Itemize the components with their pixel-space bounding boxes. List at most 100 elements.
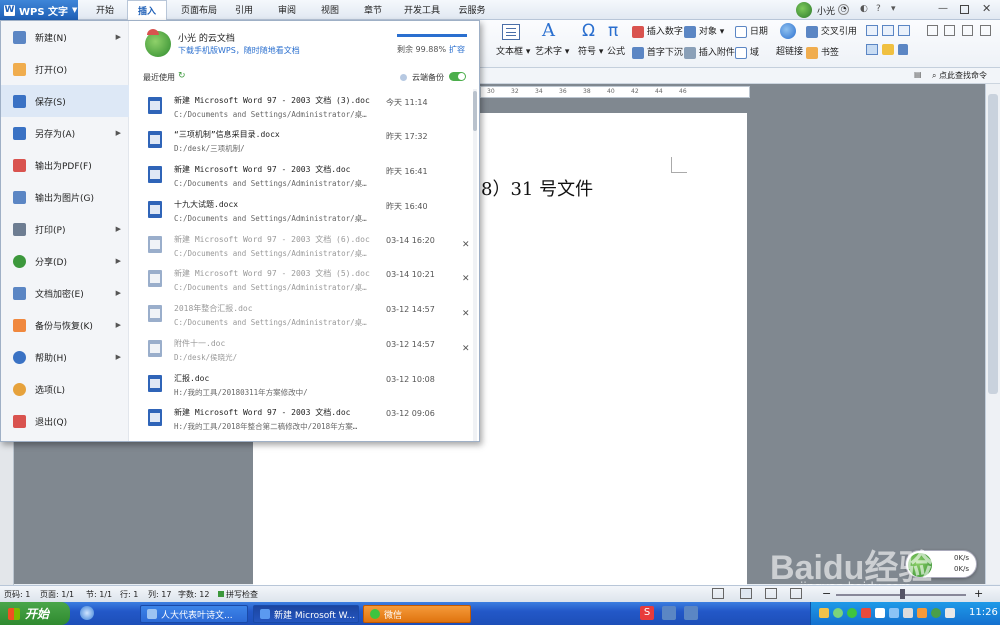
drop-cap-button[interactable]: 首字下沉 — [632, 45, 683, 59]
tab-page-layout[interactable]: 页面布局 — [173, 0, 225, 20]
field-button[interactable]: 域 — [735, 45, 759, 59]
find-command-search[interactable]: ⌕ 点此查找命令 — [932, 70, 987, 81]
task-browser[interactable]: 人大代表叶诗文... — [140, 605, 248, 623]
date-button[interactable]: 日期 — [735, 24, 768, 38]
nav-share[interactable]: 分享(D) ▶ — [1, 245, 129, 277]
zoom-out-button[interactable]: − — [822, 587, 831, 600]
hyperlink-button[interactable]: 超链接 — [776, 44, 803, 57]
tab-references[interactable]: 引用 — [229, 0, 259, 20]
scrollbar-thumb[interactable] — [988, 94, 998, 394]
help-icon[interactable]: ? — [876, 4, 881, 14]
nav-save-as[interactable]: 另存为(A) ▶ — [1, 117, 129, 149]
nav-exit[interactable]: 退出(Q) — [1, 405, 129, 437]
text-box-button[interactable]: 文本框 ▾ — [496, 44, 530, 57]
tab-start[interactable]: 开始 — [88, 0, 122, 20]
status-row[interactable]: 行: 1 — [120, 589, 138, 600]
status-page[interactable]: 页码: 1 — [4, 589, 30, 600]
tray-icon[interactable] — [875, 608, 885, 618]
ie-quicklaunch-icon[interactable] — [80, 606, 94, 620]
layout-option-icon-2[interactable] — [944, 25, 955, 36]
web-view-icon[interactable] — [765, 588, 777, 599]
header-footer-icon[interactable] — [866, 25, 878, 36]
tab-review[interactable]: 审阅 — [272, 0, 302, 20]
remove-recent-icon[interactable]: ✕ — [462, 240, 470, 250]
insert-number-button[interactable]: 插入数字 — [632, 24, 683, 38]
recent-file-item[interactable]: 新建 Microsoft Word 97 - 2003 文档 (6).doc C… — [144, 230, 470, 264]
layout-option-icon-4[interactable] — [980, 25, 991, 36]
remove-recent-icon[interactable]: ✕ — [462, 309, 470, 319]
watermark-tool-icon[interactable] — [898, 25, 910, 36]
cloud-backup-toggle[interactable] — [449, 72, 466, 81]
pen-icon[interactable] — [882, 44, 894, 55]
nav-print[interactable]: 打印(P) ▶ — [1, 213, 129, 245]
layout-option-icon[interactable] — [927, 25, 938, 36]
recent-file-item[interactable]: 汇报.doc H:/我的工具/20180311年方案修改中/ 03-12 10:… — [144, 369, 464, 403]
recent-file-item[interactable]: 新建 Microsoft Word 97 - 2003 文档.doc H:/我的… — [144, 403, 464, 437]
tab-view[interactable]: 视图 — [315, 0, 345, 20]
status-col[interactable]: 列: 17 — [148, 589, 171, 600]
recent-file-item[interactable]: 新建 Microsoft Word 97 - 2003 文档 (5).doc C… — [144, 264, 470, 298]
app-s-icon[interactable]: S — [640, 606, 654, 620]
recent-file-item[interactable]: 新建 Microsoft Word 97 - 2003 文档.doc C:/Do… — [144, 160, 464, 194]
user-name[interactable]: 小光 — [817, 4, 835, 17]
document-text[interactable]: 8）31 号文件 — [481, 175, 593, 201]
horizontal-ruler[interactable]: 30 32 34 36 38 40 42 44 46 — [480, 86, 750, 98]
art-text-button[interactable]: 艺术字 ▾ — [535, 44, 569, 57]
status-words[interactable]: 字数: 12 — [178, 589, 209, 600]
zoom-in-button[interactable]: + — [974, 587, 983, 600]
nav-encrypt[interactable]: 文档加密(E) ▶ — [1, 277, 129, 309]
vertical-ruler[interactable] — [0, 440, 14, 585]
refresh-icon[interactable]: ↻ — [178, 71, 186, 81]
nav-options[interactable]: 选项(L) — [1, 373, 129, 405]
tab-chapter[interactable]: 章节 — [358, 0, 388, 20]
download-mobile-link[interactable]: 下载手机版WPS，随时随地看文档 — [178, 45, 300, 56]
vertical-scrollbar[interactable] — [985, 84, 1000, 584]
read-mode-icon[interactable] — [790, 588, 802, 599]
user-status-icon[interactable]: ◔ — [838, 4, 849, 15]
app-icon-2[interactable] — [662, 606, 676, 620]
wps-app-menu-button[interactable]: W WPS 文字 ▼ — [0, 0, 78, 20]
more-icon[interactable]: ▾ — [891, 4, 896, 14]
recent-file-item[interactable]: 2018年整合汇报.doc C:/Documents and Settings/… — [144, 299, 470, 333]
tray-icon[interactable] — [819, 608, 829, 618]
layout-option-icon-3[interactable] — [962, 25, 973, 36]
user-avatar[interactable] — [796, 2, 812, 18]
tab-cloud-service[interactable]: 云服务 — [454, 0, 490, 20]
app-icon-3[interactable] — [684, 606, 698, 620]
status-pages[interactable]: 页面: 1/1 — [40, 589, 74, 600]
remove-recent-icon[interactable]: ✕ — [462, 344, 470, 354]
nav-save[interactable]: 保存(S) — [1, 85, 129, 117]
tray-icon[interactable] — [917, 608, 927, 618]
recent-file-item[interactable]: 新建 Microsoft Word 97 - 2003 文档 (3).doc C… — [144, 91, 464, 125]
lock-icon[interactable] — [898, 44, 908, 55]
status-spell-check[interactable]: 拼写检查 — [226, 589, 258, 600]
skin-icon[interactable]: ◐ — [860, 4, 868, 14]
tray-volume-icon[interactable] — [903, 608, 913, 618]
ribbon-toggle-icon[interactable]: ▤ — [914, 70, 922, 79]
form-icon[interactable] — [866, 44, 878, 55]
tray-network-icon[interactable] — [889, 608, 899, 618]
nav-new[interactable]: 新建(N) ▶ — [1, 21, 129, 53]
zoom-slider-thumb[interactable] — [900, 589, 905, 599]
task-wechat[interactable]: 微信 — [363, 605, 471, 623]
tab-insert[interactable]: 插入 — [127, 0, 167, 21]
status-section[interactable]: 节: 1/1 — [86, 589, 112, 600]
recent-list-scroll-thumb[interactable] — [473, 91, 477, 131]
nav-backup[interactable]: 备份与恢复(K) ▶ — [1, 309, 129, 341]
recent-file-item[interactable]: 附件十一.doc D:/desk/侯晓光/ 03-12 14:57 ✕ — [144, 334, 470, 368]
tray-icon[interactable] — [861, 608, 871, 618]
expand-storage-link[interactable]: 扩容 — [449, 44, 465, 55]
recent-file-item[interactable]: “三项机制”信息采目录.docx D:/desk/三项机制/ 昨天 17:32 — [144, 125, 464, 159]
nav-open[interactable]: 打开(O) — [1, 53, 129, 85]
recent-list-scrollbar[interactable] — [473, 89, 477, 441]
cross-ref-button[interactable]: 交叉引用 — [806, 24, 857, 38]
object-button[interactable]: 对象 ▾ — [684, 24, 724, 38]
page-number-icon[interactable] — [882, 25, 894, 36]
insert-attachment-button[interactable]: 插入附件 — [684, 45, 735, 59]
nav-export-pdf[interactable]: 输出为PDF(F) — [1, 149, 129, 181]
clock[interactable]: 11:26 — [969, 607, 998, 618]
tray-icon[interactable] — [945, 608, 955, 618]
symbol-button[interactable]: 符号 ▾ — [578, 44, 603, 57]
start-button[interactable]: 开始 — [0, 602, 70, 625]
close-icon[interactable]: ✕ — [982, 2, 991, 15]
